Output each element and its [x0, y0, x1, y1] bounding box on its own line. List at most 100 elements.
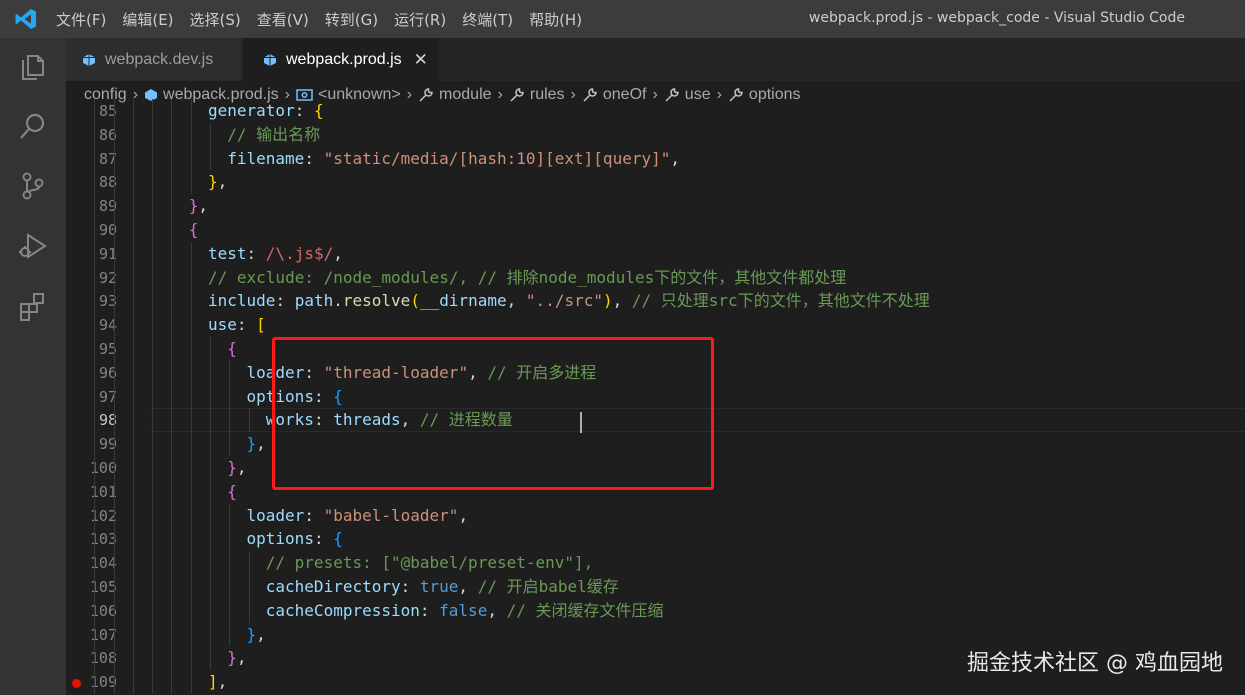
indent-guide: [113, 408, 115, 433]
line-number: 95: [98, 340, 117, 358]
vscode-logo-icon[interactable]: [14, 7, 38, 31]
code-line[interactable]: 89},: [66, 194, 1245, 218]
menu-selection[interactable]: 选择(S): [190, 9, 241, 30]
indent-guide: [229, 575, 231, 599]
indent-guide: [190, 337, 192, 361]
code-content: },: [247, 623, 266, 647]
code-token: ): [602, 291, 613, 311]
line-number: 98: [98, 411, 117, 430]
code-token: generator: [208, 101, 295, 120]
menu-help[interactable]: 帮助(H): [529, 9, 582, 30]
indent-guide: [152, 360, 154, 385]
indent-guide: [132, 384, 134, 409]
code-line[interactable]: 92 // exclude: /node_modules/, // 排除node_…: [66, 265, 1245, 290]
close-icon[interactable]: ✕: [414, 50, 428, 70]
indent-guide: [132, 194, 134, 218]
indent-guide: [94, 456, 96, 480]
indent-guide: [210, 646, 211, 671]
code-line[interactable]: 105 cacheDirectory: true, // 开启babel缓存: [66, 575, 1245, 599]
code-line[interactable]: 90 {: [66, 218, 1245, 242]
code-line[interactable]: 87 filename: "static/media/[hash:10][ext]…: [66, 146, 1245, 171]
code-token: ]: [208, 672, 218, 692]
indent-guide: [94, 575, 96, 599]
tab-webpack-dev[interactable]: webpack.dev.js: [66, 38, 241, 81]
code-line[interactable]: 106 cacheCompression: false, // 关闭缓存文件压缩: [66, 598, 1245, 623]
code-token: ,: [458, 505, 469, 525]
menu-view[interactable]: 查看(V): [257, 9, 309, 30]
code-token: // 只处理src下的文件，其他文件不处理: [631, 291, 930, 311]
code-token: ,: [612, 291, 632, 311]
code-line[interactable]: 85 generator: {: [66, 99, 1245, 123]
indent-guide: [113, 122, 115, 147]
line-number: 104: [89, 554, 117, 573]
code-line[interactable]: 94 use: [: [66, 313, 1245, 337]
code-line[interactable]: 91 test: /\.js$/,: [66, 241, 1245, 266]
code-token: options: [246, 529, 314, 549]
indent-guide: [210, 551, 211, 575]
indent-guide: [190, 99, 192, 123]
indent-guide: [94, 337, 96, 361]
indent-guide: [190, 456, 192, 480]
indent-guide: [152, 170, 154, 195]
code-line[interactable]: 103 options: {: [66, 527, 1245, 552]
menu-go[interactable]: 转到(G): [325, 9, 378, 30]
indent-guide: [113, 503, 115, 528]
code-token: "../src": [525, 291, 603, 311]
code-content: },: [208, 170, 227, 194]
code-line[interactable]: 102 loader: "babel-loader",: [66, 503, 1245, 528]
indent-guide: [248, 551, 250, 575]
indent-guide: [190, 360, 192, 385]
indent-guide: [210, 622, 211, 647]
indent-guide: [152, 456, 154, 480]
code-content: },: [189, 194, 208, 218]
indent-guide: [113, 575, 115, 599]
code-line[interactable]: 107},: [66, 622, 1245, 647]
line-number: 105: [89, 578, 117, 596]
code-token: {: [227, 481, 237, 501]
code-content: },: [227, 456, 246, 480]
indent-guide: [210, 122, 211, 147]
indent-guide: [152, 622, 154, 647]
code-token: path: [294, 291, 334, 311]
code-token: ,: [458, 577, 478, 596]
menu-terminal[interactable]: 终端(T): [462, 9, 513, 30]
indent-guide: [113, 622, 115, 647]
indent-guide: [132, 170, 134, 195]
indent-guide: [190, 313, 192, 337]
code-line[interactable]: 93 include: path.resolve(__dirname, "../s…: [66, 289, 1245, 314]
indent-guide: [171, 575, 173, 599]
indent-guide: [229, 527, 231, 552]
breakpoint-icon[interactable]: [72, 679, 81, 688]
menu-edit[interactable]: 编辑(E): [122, 9, 173, 30]
indent-guide: [171, 503, 173, 528]
explorer-icon[interactable]: [17, 50, 49, 82]
tab-webpack-prod[interactable]: webpack.prod.js ✕: [243, 38, 439, 81]
indent-guide: [132, 670, 134, 694]
search-icon[interactable]: [17, 110, 49, 142]
menu-file[interactable]: 文件(F): [56, 9, 106, 30]
indent-guide: [132, 622, 134, 647]
window-title: webpack.prod.js - webpack_code - Visual …: [808, 10, 1185, 26]
indent-guide: [152, 670, 154, 694]
source-control-icon[interactable]: [17, 170, 49, 202]
indent-guide: [152, 122, 154, 147]
indent-guide: [152, 432, 154, 456]
code-content: },: [227, 646, 246, 670]
line-number: 88: [98, 173, 117, 192]
tab-label: webpack.dev.js: [105, 50, 214, 68]
extensions-icon[interactable]: [17, 290, 49, 322]
run-debug-icon[interactable]: [17, 230, 49, 262]
code-content: {: [227, 337, 237, 361]
indent-guide: [94, 360, 96, 385]
code-line[interactable]: 86 // 输出名称: [66, 122, 1245, 147]
code-token: ,: [217, 672, 228, 692]
indent-guide: [171, 646, 173, 671]
code-content: {: [227, 480, 237, 504]
code-line[interactable]: 104 // presets: ["@babel/preset-env"],: [66, 551, 1245, 575]
indent-guide: [171, 384, 173, 409]
indent-guide: [152, 646, 154, 671]
indent-guide: [171, 479, 173, 504]
line-number: 100: [89, 459, 117, 477]
menu-run[interactable]: 运行(R): [394, 9, 446, 30]
code-line[interactable]: 88},: [66, 170, 1245, 195]
